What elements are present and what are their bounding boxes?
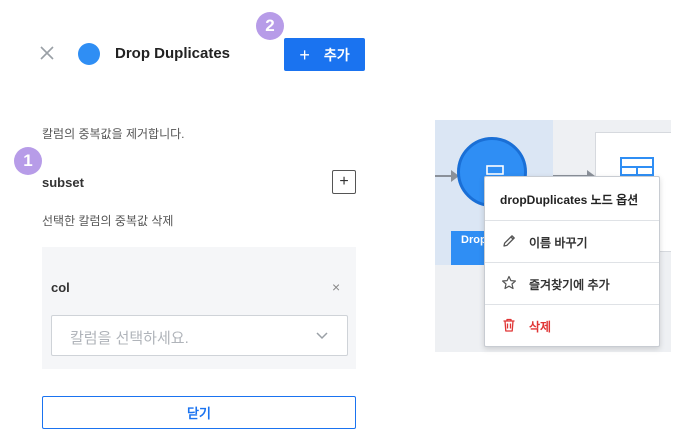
- chevron-down-icon: [316, 332, 328, 340]
- node-color-dot: [78, 43, 100, 65]
- menu-item-rename[interactable]: 이름 바꾸기: [485, 221, 659, 262]
- column-select[interactable]: 칼럼을 선택하세요.: [51, 315, 348, 356]
- column-remove-button[interactable]: ×: [332, 279, 340, 295]
- column-select-placeholder: 칼럼을 선택하세요.: [70, 330, 189, 347]
- plus-icon: +: [299, 44, 310, 65]
- menu-item-favorite[interactable]: 즐겨찾기에 추가: [485, 263, 659, 304]
- menu-item-label: 즐겨찾기에 추가: [529, 278, 610, 292]
- close-button[interactable]: 닫기: [42, 396, 356, 429]
- menu-item-label: 삭제: [529, 320, 552, 334]
- step-badge-1: 1: [14, 147, 42, 175]
- add-button-label: 추가: [323, 46, 350, 63]
- step-badge-2: 2: [256, 12, 284, 40]
- close-icon[interactable]: [38, 44, 56, 62]
- panel-description: 칼럼의 중복값을 제거합니다.: [42, 127, 185, 141]
- column-card: col × 칼럼을 선택하세요.: [42, 247, 356, 369]
- subset-description: 선택한 칼럼의 중복값 삭제: [42, 214, 174, 228]
- context-menu-title: dropDuplicates 노드 옵션: [500, 193, 639, 207]
- menu-item-delete[interactable]: 삭제: [485, 305, 659, 346]
- panel-title: Drop Duplicates: [115, 45, 231, 62]
- star-icon: [502, 275, 516, 290]
- add-button[interactable]: + 추가: [284, 38, 365, 71]
- subset-add-button[interactable]: +: [332, 170, 356, 194]
- pencil-icon: [503, 235, 515, 247]
- trash-icon: [503, 318, 515, 332]
- node-context-menu: dropDuplicates 노드 옵션 이름 바꾸기 즐겨찾기에 추가 삭제: [484, 176, 660, 347]
- menu-item-label: 이름 바꾸기: [529, 236, 588, 250]
- subset-label: subset: [42, 175, 84, 190]
- column-card-label: col: [51, 280, 70, 295]
